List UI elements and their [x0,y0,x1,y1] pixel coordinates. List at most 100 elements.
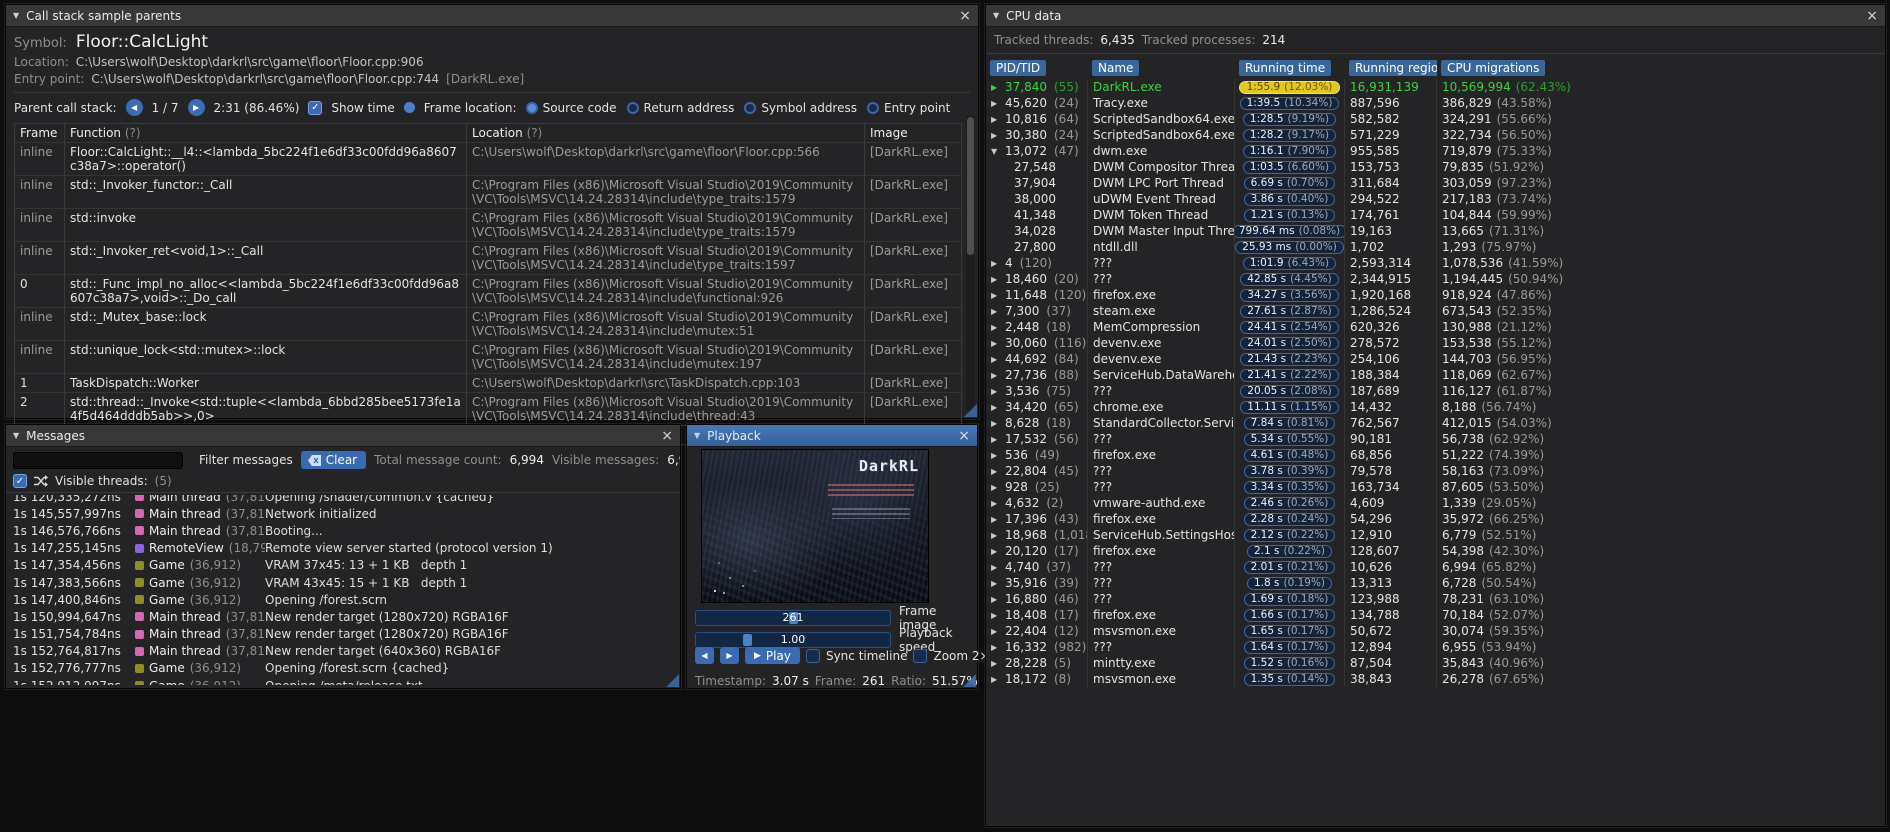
message-row[interactable]: 1s 145,557,997ns Main thread (37,812)Netwo… [13,505,676,522]
resize-grip[interactable] [963,674,976,687]
next-parent-button[interactable]: ▶ [187,99,205,116]
message-row[interactable]: 1s 147,383,566ns Game (36,912) VRAM 43x45: … [13,574,676,591]
messages-scroll-area[interactable]: 1s 120,335,272nsMain thread(37,812)Openi… [13,495,676,685]
cpu-row[interactable]: 27,548 DWM Compositor Thread 1:03.5 (6.60%)… [986,159,1885,175]
scrollbar-thumb[interactable] [967,117,974,255]
radio-return-address[interactable]: Return address [626,101,735,115]
collapse-icon[interactable]: ▼ [694,431,700,440]
callstack-row[interactable]: 1 TaskDispatch::Worker C:\Users\wolf\Deskt… [15,374,961,393]
step-back-button[interactable]: ◀ [695,647,714,664]
show-time-label[interactable]: Show time [331,101,394,115]
radio-label[interactable]: Source code [543,101,617,115]
message-row[interactable]: 1s 152,776,777ns Game (36,912) Opening /for… [13,660,676,677]
expand-icon[interactable]: ▶ [991,643,1003,652]
column-header-name[interactable]: Name [1088,57,1235,76]
radio-label[interactable]: Symbol address [761,101,857,115]
message-row[interactable]: 1s 147,255,145ns RemoteView (18,796)Remote… [13,540,676,557]
cpu-row[interactable]: ▶ 18,408 (17) firefox.exe 1.66 s (0.17%) 134,7… [986,607,1885,623]
expand-icon[interactable]: ▶ [991,323,1003,332]
filter-input[interactable] [13,451,183,469]
cpu-row[interactable]: ▶ 28,228 (5) mintty.exe 1.52 s (0.16%) 87,504 3… [986,655,1885,671]
expand-icon[interactable]: ▶ [991,339,1003,348]
message-row[interactable]: 1s 150,994,647ns Main thread (37,812)New r… [13,608,676,625]
column-header-running-regions[interactable]: Running regions [1345,57,1437,76]
cpu-row[interactable]: ▶ 2,448 (18) MemCompression 24.41 s (2.54%) 62… [986,319,1885,335]
cpu-row[interactable]: ▶ 22,404 (12) msvsmon.exe 1.65 s (0.17%) 50,67… [986,623,1885,639]
expand-icon[interactable]: ▶ [991,355,1003,364]
callstack-row[interactable]: inline std::unique_lock<std::mutex>::lock… [15,341,961,374]
expand-icon[interactable]: ▶ [991,419,1003,428]
cpu-row[interactable]: ▶ 17,396 (43) firefox.exe 2.28 s (0.24%) 54,29… [986,511,1885,527]
message-row[interactable]: 1s 147,400,846ns Game (36,912) Opening /for… [13,591,676,608]
radio-entry-point[interactable]: Entry point [867,101,950,115]
callstack-row[interactable]: 2 std::thread::_Invoke<std::tuple<<lambda… [15,393,961,426]
cpu-row[interactable]: ▶ 10,816 (64) ScriptedSandbox64.exe 1:28.5 (9… [986,111,1885,127]
zoom-2x-checkbox[interactable] [913,648,928,663]
cpu-row[interactable]: 27,800 ntdll.dll 25.93 ms (0.00%) 1,702 1,293… [986,239,1885,255]
message-row[interactable]: 1s 152,912,997ns Game (36,912) Opening /met… [13,677,676,685]
expand-icon[interactable]: ▼ [991,147,1003,156]
playback-speed-slider[interactable]: 1.00 [695,632,891,648]
cpu-row[interactable]: ▶ 7,300 (37) steam.exe 27.61 s (2.87%) 1,286,5… [986,303,1885,319]
shuffle-icon[interactable] [34,475,48,487]
expand-icon[interactable]: ▶ [991,659,1003,668]
callstack-row[interactable]: inline std::_Invoker_functor::_Call C:\Pro… [15,176,961,209]
cpu-row[interactable]: ▶ 34,420 (65) chrome.exe 11.11 s (1.15%) 14,43… [986,399,1885,415]
radio-icon[interactable] [525,101,538,114]
threads-checkbox[interactable]: ✓ [13,474,27,488]
show-time-checkbox[interactable]: ✓ [308,100,323,115]
radio-icon[interactable] [867,101,879,114]
callstack-scrollbar[interactable] [966,115,975,411]
play-button[interactable]: ▶ Play [745,647,800,664]
radio-symbol-address[interactable]: Symbol address [744,101,857,115]
expand-icon[interactable]: ▶ [991,259,1003,268]
column-header-frame[interactable]: Frame [15,124,65,143]
expand-icon[interactable]: ▶ [991,515,1003,524]
cpu-row[interactable]: ▶ 536 (49) firefox.exe 4.61 s (0.48%) 68,856 51… [986,447,1885,463]
callstack-row[interactable]: 0 std::_Func_impl_no_alloc<<lambda_5bc224… [15,275,961,308]
collapse-icon[interactable]: ▼ [993,11,999,20]
radio-icon[interactable] [626,101,639,114]
help-icon[interactable]: (?) [527,126,543,140]
cpu-row[interactable]: 38,000 uDWM Event Thread 3.86 s (0.40%) 294,… [986,191,1885,207]
expand-icon[interactable]: ▶ [991,307,1003,316]
radio-icon[interactable] [744,101,757,114]
expand-icon[interactable]: ▶ [991,291,1003,300]
messages-titlebar[interactable]: ▼ Messages × [6,425,680,447]
expand-icon[interactable]: ▶ [991,595,1003,604]
expand-icon[interactable]: ▶ [991,563,1003,572]
radio-source-code[interactable]: Source code [525,101,617,115]
cpu-row[interactable]: ▶ 11,648 (120) firefox.exe 34.27 s (3.56%) 1,9… [986,287,1885,303]
resize-grip[interactable] [666,674,679,687]
expand-icon[interactable]: ▶ [991,531,1003,540]
message-row[interactable]: 1s 120,335,272ns Main thread (37,812)Openi… [13,495,676,505]
cpu-row[interactable]: ▶18,968 (1,018)ServiceHub.SettingsHost.ex… [986,527,1885,543]
cpu-row[interactable]: ▶27,736 (88) ServiceHub.DataWarehouseHost.… [986,367,1885,383]
radio-label[interactable]: Entry point [884,101,950,115]
cpu-row[interactable]: ▶8,628 (18) StandardCollector.Service.exe 7… [986,415,1885,431]
cpu-row[interactable]: ▶ 4,632 (2) vmware-authd.exe 2.46 s (0.26%) 4,… [986,495,1885,511]
cpu-row[interactable]: ▶ 18,172 (8) msvsmon.exe 1.35 s (0.14%) 38,843… [986,671,1885,687]
callstack-row[interactable]: inline std::_Invoker_ret<void,1>::_Call C:… [15,242,961,275]
cpu-row[interactable]: ▶ 16,332 (982)??? 1.64 s (0.17%) 12,894 6,955 (… [986,639,1885,655]
cpu-row[interactable]: 34,028 DWM Master Input Thread 799.64 ms (0… [986,223,1885,239]
cpu-row[interactable]: ▶ 45,620 (24) Tracy.exe 1:39.5 (10.34%) 887,59… [986,95,1885,111]
radio-label[interactable]: Return address [644,101,735,115]
column-header-function[interactable]: Function (?) [65,124,467,143]
sync-timeline-checkbox[interactable] [805,648,820,663]
cpu-row[interactable]: ▶ 4 (120)??? 1:01.9 (6.43%) 2,593,314 1,078,53… [986,255,1885,271]
clear-button[interactable]: Clear [300,451,367,469]
expand-icon[interactable]: ▶ [991,387,1003,396]
cpu-row[interactable]: ▶ 4,740 (37)??? 2.01 s (0.21%) 10,626 6,994 (65… [986,559,1885,575]
cpu-row[interactable]: ▶ 30,060 (116) devenv.exe 24.01 s (2.50%) 278,… [986,335,1885,351]
column-header-pid-tid[interactable]: PID/TID [986,57,1088,76]
cpu-row[interactable]: ▶ 20,120 (17) firefox.exe 2.1 s (0.22%) 128,60… [986,543,1885,559]
cpu-row[interactable]: ▶ 3,536 (75)??? 20.05 s (2.08%) 187,689 116,12… [986,383,1885,399]
expand-icon[interactable]: ▶ [991,451,1003,460]
callstack-titlebar[interactable]: ▼ Call stack sample parents × [6,5,978,27]
close-icon[interactable]: × [958,429,970,443]
cpu-row[interactable]: ▶ 44,692 (84) devenv.exe 21.43 s (2.23%) 254,1… [986,351,1885,367]
resize-grip[interactable] [964,404,977,417]
cpu-row[interactable]: 41,348 DWM Token Thread 1.21 s (0.13%) 174,7… [986,207,1885,223]
close-icon[interactable]: × [661,429,673,443]
